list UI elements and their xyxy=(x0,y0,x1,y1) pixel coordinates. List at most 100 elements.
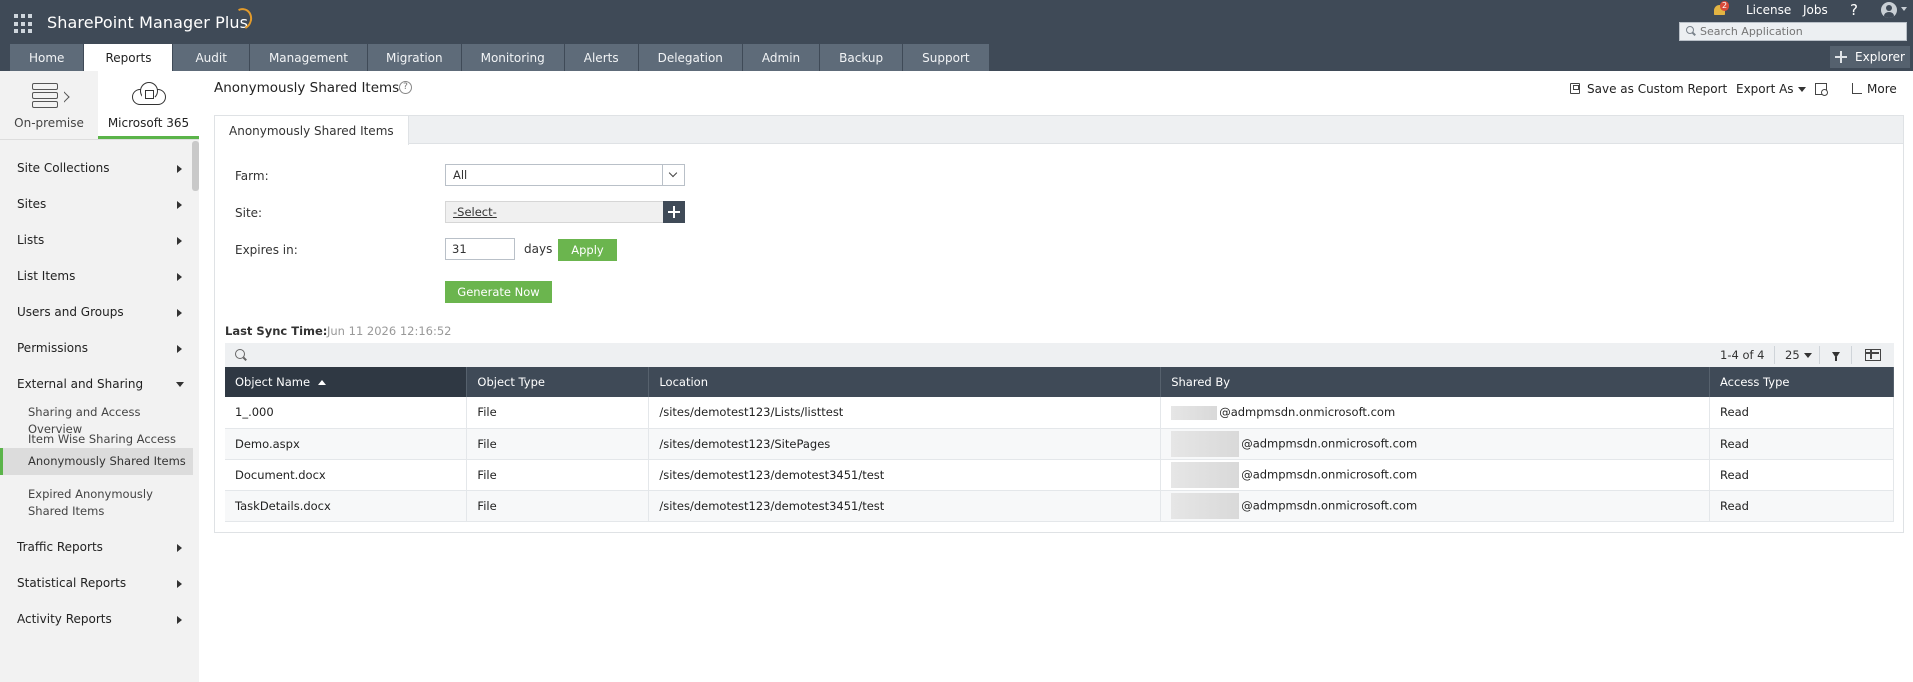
chevron-down-icon xyxy=(176,382,184,387)
tab-monitoring[interactable]: Monitoring xyxy=(461,44,564,71)
cell-object-type: File xyxy=(466,459,650,491)
chevron-right-icon xyxy=(177,237,182,245)
sidebar-item-external-and-sharing[interactable]: External and Sharing xyxy=(0,369,199,399)
tab-alerts[interactable]: Alerts xyxy=(564,44,638,71)
column-header-access-type[interactable]: Access Type xyxy=(1709,367,1894,397)
sidebar-item-users-and-groups[interactable]: Users and Groups xyxy=(0,297,199,327)
sidebar-item-traffic-reports[interactable]: Traffic Reports xyxy=(0,532,199,562)
explorer-button[interactable]: Explorer xyxy=(1830,46,1910,68)
page-title: Anonymously Shared Items xyxy=(214,80,400,96)
move-icon xyxy=(1835,51,1848,63)
cell-location: /sites/demotest123/demotest3451/test xyxy=(648,459,1162,491)
schedule-report-icon[interactable] xyxy=(1815,83,1828,96)
cell-object-name: Demo.aspx xyxy=(225,428,468,460)
page-size-select[interactable]: 25 xyxy=(1785,348,1812,362)
apply-button[interactable]: Apply xyxy=(558,239,617,261)
save-icon[interactable] xyxy=(1570,83,1580,94)
chevron-right-icon xyxy=(177,201,182,209)
sidebar-item-label: List Items xyxy=(17,269,76,283)
chevron-down-icon[interactable] xyxy=(662,165,684,185)
tab-support[interactable]: Support xyxy=(903,44,989,71)
cell-object-type: File xyxy=(466,428,650,460)
search-icon[interactable] xyxy=(235,349,247,361)
notification-bell-icon[interactable]: 2 xyxy=(1712,1,1730,18)
table-row[interactable]: Demo.aspx File /sites/demotest123/SitePa… xyxy=(225,428,1894,460)
column-header-object-type[interactable]: Object Type xyxy=(466,367,650,397)
main-tabs: Home Reports Audit Management Migration … xyxy=(10,44,990,71)
results-table: Object Name Object Type Location Shared … xyxy=(225,367,1894,522)
tab-migration[interactable]: Migration xyxy=(368,44,461,71)
server-export-icon xyxy=(32,83,70,109)
export-as-button[interactable]: Export As xyxy=(1736,82,1806,96)
chevron-right-icon xyxy=(177,580,182,588)
column-header-shared-by[interactable]: Shared By xyxy=(1160,367,1711,397)
tab-audit[interactable]: Audit xyxy=(173,44,249,71)
cell-access-type: Read xyxy=(1709,428,1894,460)
shared-by-domain: @admpmsdn.onmicrosoft.com xyxy=(1241,436,1418,450)
cell-shared-by: @admpmsdn.onmicrosoft.com xyxy=(1160,428,1711,460)
table-row[interactable]: Document.docx File /sites/demotest123/de… xyxy=(225,459,1894,491)
search-icon xyxy=(1680,23,1700,40)
sidebar-item-permissions[interactable]: Permissions xyxy=(0,333,199,363)
divider xyxy=(0,139,199,140)
sidebar-item-statistical-reports[interactable]: Statistical Reports xyxy=(0,568,199,598)
cell-location: /sites/demotest123/SitePages xyxy=(648,428,1162,460)
license-link[interactable]: License xyxy=(1746,3,1791,17)
table-toolbar: 1-4 of 4 25 xyxy=(225,343,1894,367)
tab-home[interactable]: Home xyxy=(10,44,84,71)
help-icon[interactable]: ? xyxy=(1850,1,1858,19)
user-avatar-icon[interactable] xyxy=(1881,2,1897,18)
explorer-label: Explorer xyxy=(1855,50,1905,64)
cell-object-name: TaskDetails.docx xyxy=(225,490,468,522)
sidebar-item-activity-reports[interactable]: Activity Reports xyxy=(0,604,199,634)
table-row[interactable]: TaskDetails.docx File /sites/demotest123… xyxy=(225,490,1894,522)
sidebar-item-label: Site Collections xyxy=(17,161,110,175)
tab-admin[interactable]: Admin xyxy=(742,44,820,71)
sidebar-item-site-collections[interactable]: Site Collections xyxy=(0,153,199,183)
sidebar-item-label: Sites xyxy=(17,197,47,211)
sidebar-item-lists[interactable]: Lists xyxy=(0,225,199,255)
expires-in-label: Expires in: xyxy=(235,243,298,257)
tab-anonymously-shared-items[interactable]: Anonymously Shared Items xyxy=(215,116,409,145)
sidebar-subitem-anonymously-shared-items[interactable]: Anonymously Shared Items xyxy=(0,448,193,475)
redacted-name xyxy=(1171,492,1240,519)
tab-backup[interactable]: Backup xyxy=(820,44,903,71)
column-header-object-name[interactable]: Object Name xyxy=(225,367,468,397)
mode-label: Microsoft 365 xyxy=(107,116,190,130)
search-application-input[interactable] xyxy=(1700,25,1900,38)
save-as-custom-report-button[interactable]: Save as Custom Report xyxy=(1587,82,1727,96)
generate-now-button[interactable]: Generate Now xyxy=(445,281,552,303)
search-application-box[interactable] xyxy=(1679,22,1907,41)
expires-days-input[interactable] xyxy=(445,238,515,260)
app-grid-icon[interactable] xyxy=(14,14,34,34)
filter-icon[interactable] xyxy=(1832,352,1840,361)
sidebar-item-list-items[interactable]: List Items xyxy=(0,261,199,291)
sidebar-subitem-item-wise-sharing-access[interactable]: Item Wise Sharing Access xyxy=(0,431,193,448)
user-menu-caret-icon[interactable] xyxy=(1901,7,1907,11)
chevron-right-icon xyxy=(177,616,182,624)
cell-object-name: 1_.000 xyxy=(225,397,468,429)
add-site-plus-icon[interactable] xyxy=(663,201,685,223)
cell-object-type: File xyxy=(466,490,650,522)
farm-select[interactable]: All xyxy=(445,164,685,186)
redacted-name xyxy=(1171,405,1218,420)
mode-on-premise[interactable]: On-premise xyxy=(0,71,98,139)
tab-reports[interactable]: Reports xyxy=(84,44,173,71)
sidebar-item-sites[interactable]: Sites xyxy=(0,189,199,219)
more-button[interactable]: More xyxy=(1867,82,1897,96)
tab-management[interactable]: Management xyxy=(249,44,368,71)
sidebar-item-label: Traffic Reports xyxy=(17,540,103,554)
tab-delegation[interactable]: Delegation xyxy=(638,44,742,71)
divider xyxy=(1774,346,1775,364)
jobs-link[interactable]: Jobs xyxy=(1803,3,1828,17)
site-select[interactable]: -Select- xyxy=(445,201,664,223)
more-icon[interactable] xyxy=(1852,83,1862,94)
sidebar-subitem-expired-anonymously-shared-items[interactable]: Expired Anonymously Shared Items xyxy=(0,486,170,520)
mode-microsoft-365[interactable]: Microsoft 365 xyxy=(98,71,199,139)
column-header-location[interactable]: Location xyxy=(648,367,1162,397)
chevron-right-icon xyxy=(177,544,182,552)
page-size-value: 25 xyxy=(1785,348,1800,362)
column-chooser-icon[interactable] xyxy=(1865,349,1881,361)
help-circle-icon[interactable]: ? xyxy=(399,81,412,94)
table-row[interactable]: 1_.000 File /sites/demotest123/Lists/lis… xyxy=(225,397,1894,429)
